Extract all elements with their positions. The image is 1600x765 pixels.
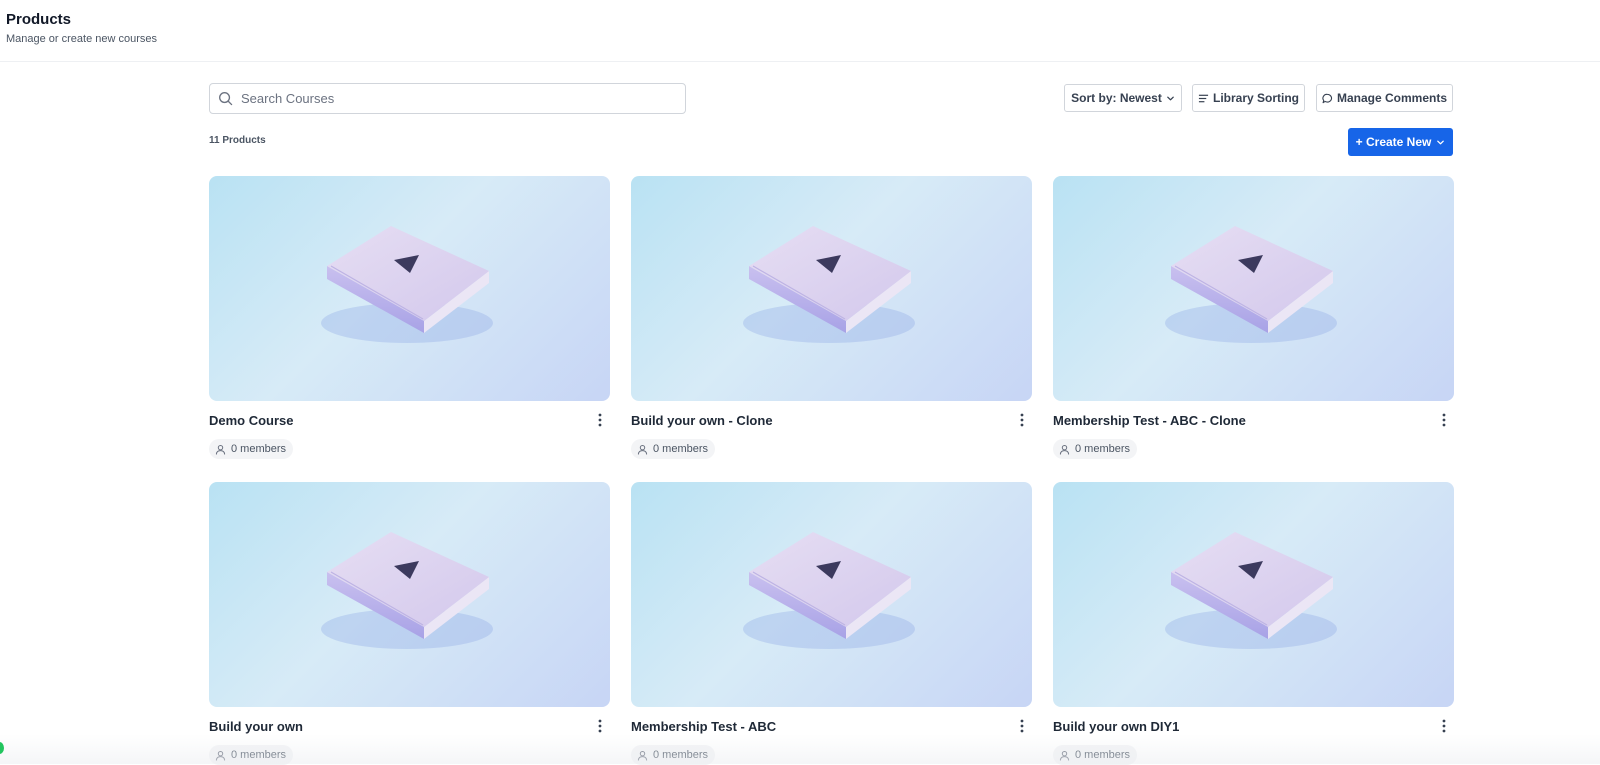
course-title[interactable]: Demo Course (209, 413, 294, 428)
course-title[interactable]: Build your own DIY1 (1053, 719, 1179, 734)
book-play-icon (1163, 527, 1343, 657)
search-icon (218, 91, 233, 106)
course-thumbnail[interactable] (631, 482, 1032, 707)
book-play-icon (741, 221, 921, 351)
course-thumbnail[interactable] (1053, 176, 1454, 401)
book-play-icon (1163, 221, 1343, 351)
course-thumbnail[interactable] (209, 176, 610, 401)
course-card[interactable]: Build your own DIY1 0 members (1053, 482, 1454, 761)
course-title[interactable]: Build your own (209, 719, 303, 734)
kebab-menu-icon[interactable] (594, 718, 606, 734)
course-thumbnail[interactable] (209, 482, 610, 707)
members-badge: 0 members (1053, 745, 1137, 765)
manage-comments-button[interactable]: Manage Comments (1316, 84, 1453, 112)
user-icon (1059, 444, 1070, 455)
search-box[interactable] (209, 83, 686, 114)
comment-icon (1322, 93, 1333, 104)
library-sorting-button[interactable]: Library Sorting (1192, 84, 1305, 112)
book-play-icon (741, 527, 921, 657)
user-icon (637, 444, 648, 455)
user-icon (637, 750, 648, 761)
course-thumbnail[interactable] (631, 176, 1032, 401)
kebab-menu-icon[interactable] (1016, 412, 1028, 428)
members-badge: 0 members (209, 439, 293, 459)
course-card[interactable]: Membership Test - ABC - Clone 0 members (1053, 176, 1454, 455)
user-icon (1059, 750, 1070, 761)
members-badge: 0 members (209, 745, 293, 765)
user-icon (215, 444, 226, 455)
status-indicator (0, 742, 4, 754)
members-badge: 0 members (631, 439, 715, 459)
user-icon (215, 750, 226, 761)
chevron-down-icon (1436, 138, 1445, 147)
book-play-icon (319, 221, 499, 351)
create-new-button[interactable]: + Create New (1348, 128, 1453, 156)
kebab-menu-icon[interactable] (1438, 718, 1450, 734)
members-count: 0 members (231, 443, 286, 455)
course-grid: Demo Course 0 members (209, 176, 1453, 761)
page-subtitle: Manage or create new courses (6, 33, 157, 45)
library-sorting-label: Library Sorting (1213, 91, 1299, 105)
course-card[interactable]: Build your own - Clone 0 members (631, 176, 1032, 455)
chevron-down-icon (1166, 94, 1175, 103)
create-new-label: + Create New (1356, 135, 1432, 149)
list-icon (1198, 93, 1209, 104)
course-thumbnail[interactable] (1053, 482, 1454, 707)
members-badge: 0 members (631, 745, 715, 765)
search-input[interactable] (239, 90, 673, 107)
members-count: 0 members (653, 749, 708, 761)
course-card[interactable]: Demo Course 0 members (209, 176, 610, 455)
kebab-menu-icon[interactable] (1438, 412, 1450, 428)
sort-button-label: Sort by: Newest (1071, 91, 1162, 105)
book-play-icon (319, 527, 499, 657)
course-title[interactable]: Membership Test - ABC - Clone (1053, 413, 1246, 428)
page-header: Products Manage or create new courses (0, 0, 1600, 62)
sort-button[interactable]: Sort by: Newest (1064, 84, 1182, 112)
course-card[interactable]: Build your own 0 members (209, 482, 610, 761)
course-card[interactable]: Membership Test - ABC 0 members (631, 482, 1032, 761)
manage-comments-label: Manage Comments (1337, 91, 1447, 105)
members-count: 0 members (653, 443, 708, 455)
members-count: 0 members (231, 749, 286, 761)
page-title: Products (6, 11, 71, 28)
members-count: 0 members (1075, 749, 1130, 761)
course-title[interactable]: Build your own - Clone (631, 413, 773, 428)
members-badge: 0 members (1053, 439, 1137, 459)
kebab-menu-icon[interactable] (594, 412, 606, 428)
members-count: 0 members (1075, 443, 1130, 455)
product-count: 11 Products (209, 135, 266, 146)
course-title[interactable]: Membership Test - ABC (631, 719, 776, 734)
kebab-menu-icon[interactable] (1016, 718, 1028, 734)
